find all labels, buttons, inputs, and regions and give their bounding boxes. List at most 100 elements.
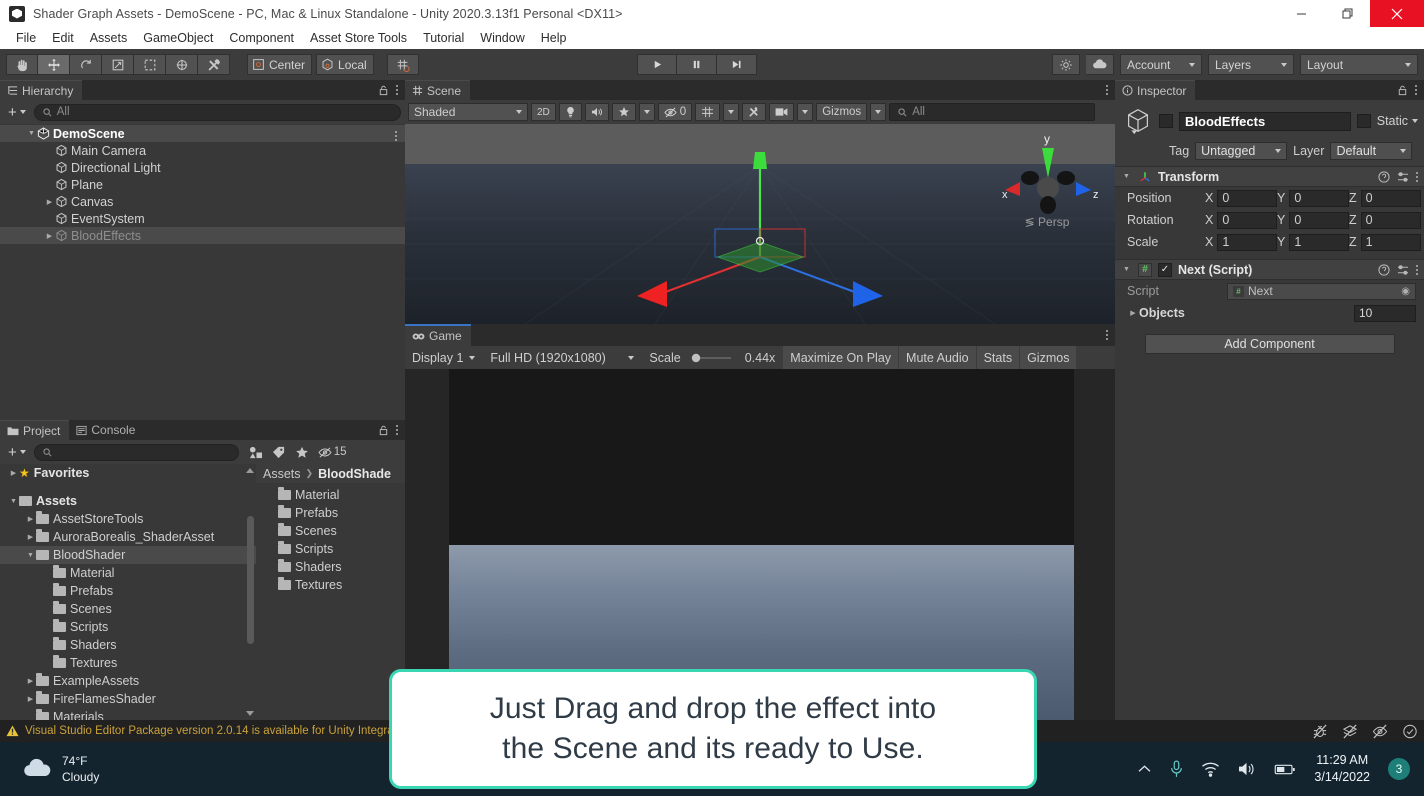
play-icon[interactable] [637, 54, 677, 75]
eye-off-icon[interactable] [318, 447, 332, 458]
preset-icon[interactable] [1397, 171, 1409, 183]
chevron-down-icon[interactable]: ▼ [1121, 173, 1132, 180]
project-tree-item-bloodshader[interactable]: ▼ BloodShader [0, 546, 256, 564]
game-mute-audio-button[interactable]: Mute Audio [899, 346, 976, 369]
cloud-icon[interactable] [1086, 54, 1114, 75]
transform-position-z-input[interactable]: 0 [1360, 189, 1421, 207]
pause-icon[interactable] [677, 54, 717, 75]
volume-icon[interactable] [1238, 761, 1256, 777]
game-scale-slider[interactable]: Scale 0.44x [642, 346, 782, 369]
microphone-icon[interactable] [1170, 760, 1183, 778]
static-dropdown[interactable]: Static [1377, 114, 1418, 128]
layout-dropdown[interactable]: Layout [1300, 54, 1418, 75]
chevron-down-icon[interactable]: ▼ [26, 130, 37, 137]
object-picker-icon[interactable]: ◉ [1401, 286, 1410, 297]
rect-tool-icon[interactable] [134, 54, 166, 75]
objects-count-field[interactable]: 10 [1354, 304, 1416, 322]
scale-slider-track[interactable] [687, 352, 739, 364]
hierarchy-item-plane[interactable]: ▶Plane [0, 176, 405, 193]
add-component-button[interactable]: Add Component [1144, 334, 1395, 354]
layer-dropdown[interactable]: Default [1330, 142, 1413, 160]
menu-tutorial[interactable]: Tutorial [415, 29, 472, 47]
close-icon[interactable] [1370, 0, 1424, 27]
kebab-icon[interactable] [1106, 85, 1108, 95]
game-resolution-dropdown[interactable]: Full HD (1920x1080) [483, 346, 641, 369]
hierarchy-item-demoscene[interactable]: ▼ DemoScene [0, 125, 405, 142]
script-object-field[interactable]: # Next ◉ [1227, 282, 1416, 300]
pivot-mode-button[interactable]: Center [247, 54, 313, 75]
transform-component-header[interactable]: ▼ Transform [1115, 166, 1424, 187]
status-message[interactable]: Visual Studio Editor Package version 2.0… [25, 725, 412, 737]
layers-off-icon[interactable] [1342, 724, 1358, 739]
chevron-right-icon[interactable]: ▶ [8, 469, 19, 477]
hierarchy-item-bloodeffects[interactable]: ▶ BloodEffects [0, 227, 405, 244]
script-component-header[interactable]: ▼ # ✓ Next (Script) [1115, 259, 1424, 280]
scene-snap-tools-icon[interactable] [742, 103, 767, 121]
object-active-checkbox[interactable] [1159, 114, 1173, 128]
lock-icon[interactable] [1397, 85, 1408, 96]
minimize-icon[interactable] [1278, 0, 1324, 27]
project-content-item-prefabs[interactable]: Prefabs [256, 504, 405, 522]
menu-assets[interactable]: Assets [82, 29, 136, 47]
hand-tool-icon[interactable] [6, 54, 38, 75]
wifi-icon[interactable] [1201, 761, 1220, 777]
kebab-icon[interactable] [1415, 85, 1417, 95]
chevron-right-icon[interactable]: ▶ [44, 198, 55, 206]
chevron-right-icon[interactable]: ▶ [25, 695, 36, 703]
project-tree-item-assets[interactable]: ▼ Assets [0, 492, 256, 510]
scene-orientation-gizmo[interactable]: y x z ≶ Persp [985, 126, 1110, 236]
tag-dropdown[interactable]: Untagged [1195, 142, 1288, 160]
hierarchy-add-button[interactable]: + [4, 104, 30, 121]
menu-edit[interactable]: Edit [44, 29, 82, 47]
project-content-item-scripts[interactable]: Scripts [256, 540, 405, 558]
restore-icon[interactable] [1324, 0, 1370, 27]
menu-asset-store-tools[interactable]: Asset Store Tools [302, 29, 415, 47]
scene-audio-icon[interactable] [584, 103, 609, 121]
step-icon[interactable] [717, 54, 757, 75]
chevron-up-icon[interactable] [1137, 764, 1152, 774]
eye-off-icon[interactable] [1372, 724, 1388, 739]
game-gizmos-button[interactable]: Gizmos [1020, 346, 1077, 369]
game-maximize-on-play-button[interactable]: Maximize On Play [783, 346, 899, 369]
scene-2d-toggle[interactable]: 2D [531, 103, 556, 121]
tab-inspector[interactable]: Inspector [1115, 80, 1196, 100]
services-icon[interactable] [1052, 54, 1080, 75]
project-tree-scrollbar[interactable] [247, 516, 254, 644]
breadcrumb-assets[interactable]: Assets [263, 467, 301, 481]
scene-camera-dropdown[interactable] [797, 103, 814, 121]
transform-rotation-x-input[interactable]: 0 [1217, 211, 1277, 229]
check-circle-icon[interactable] [1402, 724, 1418, 739]
kebab-icon[interactable] [1416, 171, 1418, 182]
scene-hidden-objects-toggle[interactable]: 0 [657, 103, 693, 121]
transform-rotation-z-input[interactable]: 0 [1360, 211, 1421, 229]
chevron-right-icon[interactable]: ▶ [1127, 309, 1139, 317]
scene-effects-icon[interactable] [611, 103, 636, 121]
hierarchy-item-canvas[interactable]: ▶ Canvas [0, 193, 405, 210]
lock-icon[interactable] [378, 85, 389, 96]
menu-file[interactable]: File [8, 29, 44, 47]
tab-project[interactable]: Project [0, 420, 70, 440]
transform-scale-y-input[interactable]: 1 [1289, 233, 1349, 251]
scroll-down-arrow-icon[interactable] [245, 708, 255, 718]
project-tree-item-materials[interactable]: ▶Materials [0, 708, 256, 720]
hierarchy-item-eventsystem[interactable]: ▶EventSystem [0, 210, 405, 227]
project-search-input[interactable] [33, 443, 239, 461]
project-tree-item-prefabs[interactable]: ▶Prefabs [0, 582, 256, 600]
project-content-item-scenes[interactable]: Scenes [256, 522, 405, 540]
move-tool-icon[interactable] [38, 54, 70, 75]
chevron-right-icon[interactable]: ▶ [25, 515, 36, 523]
hierarchy-item-directional-light[interactable]: ▶Directional Light [0, 159, 405, 176]
taskbar-clock[interactable]: 11:29 AM 3/14/2022 [1314, 752, 1370, 786]
kebab-icon[interactable] [1106, 330, 1108, 340]
transform-rotation-y-input[interactable]: 0 [1289, 211, 1349, 229]
scene-viewport[interactable]: y x z ≶ Persp [405, 124, 1115, 324]
custom-editor-tool-icon[interactable] [198, 54, 230, 75]
grid-snap-icon[interactable] [386, 54, 419, 75]
transform-tool-icon[interactable] [166, 54, 198, 75]
chevron-down-icon[interactable]: ▼ [1121, 266, 1132, 273]
project-tree-item-shaders[interactable]: ▶Shaders [0, 636, 256, 654]
menu-help[interactable]: Help [533, 29, 575, 47]
project-tree-item-exampleassets[interactable]: ▶ ExampleAssets [0, 672, 256, 690]
scene-gizmos-dropdown[interactable] [870, 103, 887, 121]
kebab-icon[interactable] [396, 85, 398, 95]
